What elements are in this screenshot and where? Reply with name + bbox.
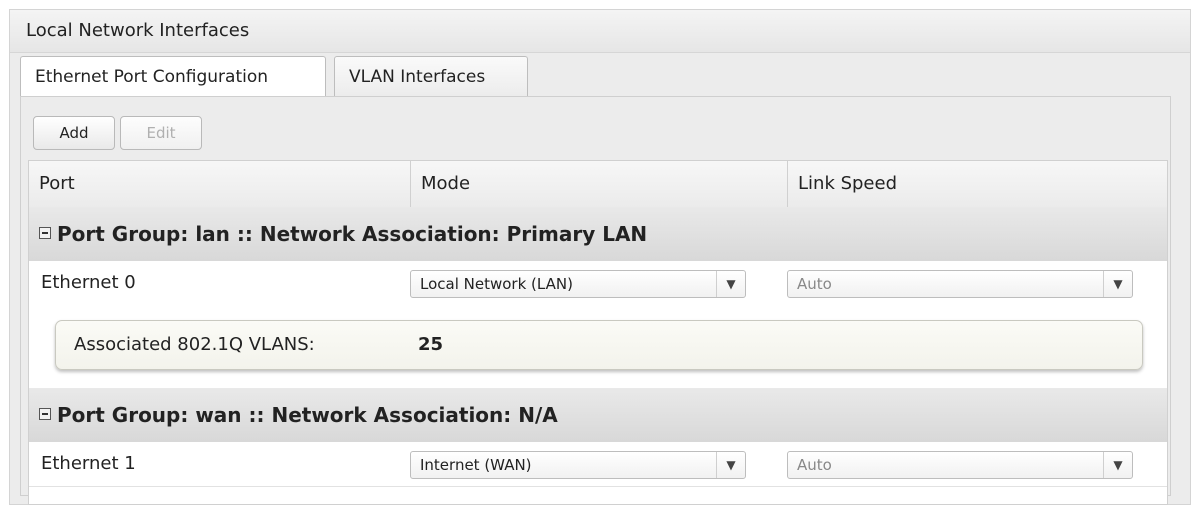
associated-vlans-box: Associated 802.1Q VLANS: 25	[55, 320, 1143, 370]
add-button[interactable]: Add	[33, 116, 115, 150]
column-header-link-speed[interactable]: Link Speed	[787, 161, 1167, 207]
link-speed-select-value: Auto	[797, 275, 832, 293]
mode-select-value: Local Network (LAN)	[420, 275, 573, 293]
collapse-minus-icon[interactable]	[39, 227, 51, 239]
mode-select[interactable]: Local Network (LAN) ▼	[410, 270, 746, 298]
link-speed-select[interactable]: Auto ▼	[787, 451, 1133, 479]
port-name: Ethernet 1	[41, 453, 136, 474]
table-row: Ethernet 0 Local Network (LAN) ▼ Auto ▼	[29, 261, 1167, 306]
panel-title: Local Network Interfaces	[10, 10, 1190, 53]
tab-vlan-interfaces[interactable]: VLAN Interfaces	[334, 56, 528, 96]
port-group-lan: Port Group: lan :: Network Association: …	[29, 207, 1167, 262]
link-speed-select-value: Auto	[797, 456, 832, 474]
collapse-minus-icon[interactable]	[39, 408, 51, 420]
associated-vlans-label: Associated 802.1Q VLANS:	[74, 334, 315, 355]
chevron-down-icon: ▼	[716, 452, 745, 478]
mode-select[interactable]: Internet (WAN) ▼	[410, 451, 746, 479]
column-header-port[interactable]: Port	[29, 161, 410, 207]
port-group-title: Port Group: wan :: Network Association: …	[57, 403, 558, 427]
table-header: Port Mode Link Speed	[29, 161, 1167, 208]
chevron-down-icon: ▼	[1103, 271, 1132, 297]
table-row: Ethernet 1 Internet (WAN) ▼ Auto ▼	[29, 442, 1167, 487]
port-group-title: Port Group: lan :: Network Association: …	[57, 222, 648, 246]
link-speed-select[interactable]: Auto ▼	[787, 270, 1133, 298]
tab-ethernet-port-configuration[interactable]: Ethernet Port Configuration	[20, 56, 326, 96]
mode-select-value: Internet (WAN)	[420, 456, 532, 474]
port-name: Ethernet 0	[41, 272, 136, 293]
edit-button[interactable]: Edit	[120, 116, 202, 150]
chevron-down-icon: ▼	[716, 271, 745, 297]
chevron-down-icon: ▼	[1103, 452, 1132, 478]
associated-vlans-value: 25	[418, 334, 444, 355]
port-group-wan: Port Group: wan :: Network Association: …	[29, 388, 1167, 443]
column-header-mode[interactable]: Mode	[410, 161, 787, 207]
